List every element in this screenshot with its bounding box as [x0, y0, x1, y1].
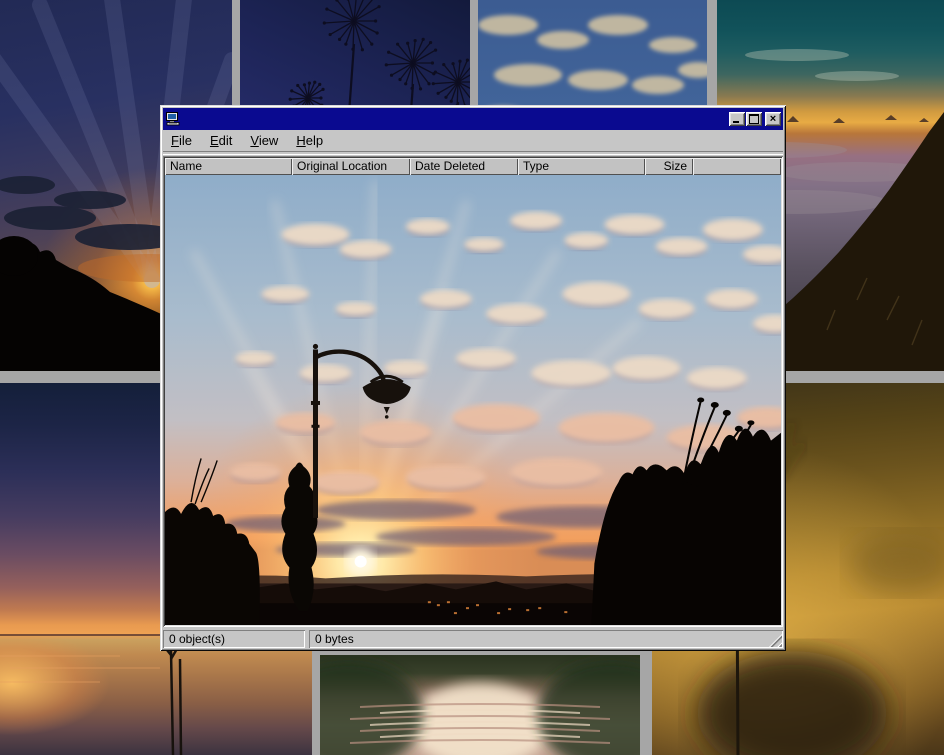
- menu-bar: FileEditViewHelp: [163, 130, 783, 151]
- minimize-button[interactable]: [729, 112, 745, 126]
- computer-monitor-icon: [165, 111, 181, 127]
- maximize-button[interactable]: [746, 112, 762, 126]
- column-header-row: NameOriginal LocationDate DeletedTypeSiz…: [165, 158, 781, 175]
- list-viewport[interactable]: [165, 175, 781, 625]
- window-controls: ×: [728, 112, 781, 126]
- status-objects: 0 object(s): [163, 630, 305, 648]
- column-header-name[interactable]: Name: [165, 158, 292, 175]
- wallpaper-photo-water-reflection: [320, 655, 640, 755]
- close-button[interactable]: ×: [765, 112, 781, 126]
- desktop: × FileEditViewHelp NameOriginal Location…: [0, 0, 944, 755]
- title-bar[interactable]: ×: [163, 108, 783, 130]
- status-bytes: 0 bytes: [309, 630, 783, 648]
- status-bar: 0 object(s) 0 bytes: [163, 630, 783, 648]
- column-header-original-location[interactable]: Original Location: [292, 158, 410, 175]
- menu-help[interactable]: Help: [289, 131, 330, 150]
- column-header-size[interactable]: Size: [645, 158, 693, 175]
- menu-separator: [163, 151, 783, 155]
- column-header-blank[interactable]: [693, 158, 781, 175]
- menu-view[interactable]: View: [243, 131, 285, 150]
- column-header-type[interactable]: Type: [518, 158, 645, 175]
- column-header-date-deleted[interactable]: Date Deleted: [410, 158, 518, 175]
- pole-silhouettes: [163, 645, 181, 755]
- reflection-art: [320, 655, 640, 755]
- recycle-bin-window: × FileEditViewHelp NameOriginal Location…: [160, 105, 786, 651]
- sunset-lamp-photo: [165, 175, 781, 625]
- folder-view: NameOriginal LocationDate DeletedTypeSiz…: [163, 156, 783, 627]
- menu-edit[interactable]: Edit: [203, 131, 239, 150]
- menu-file[interactable]: File: [164, 131, 199, 150]
